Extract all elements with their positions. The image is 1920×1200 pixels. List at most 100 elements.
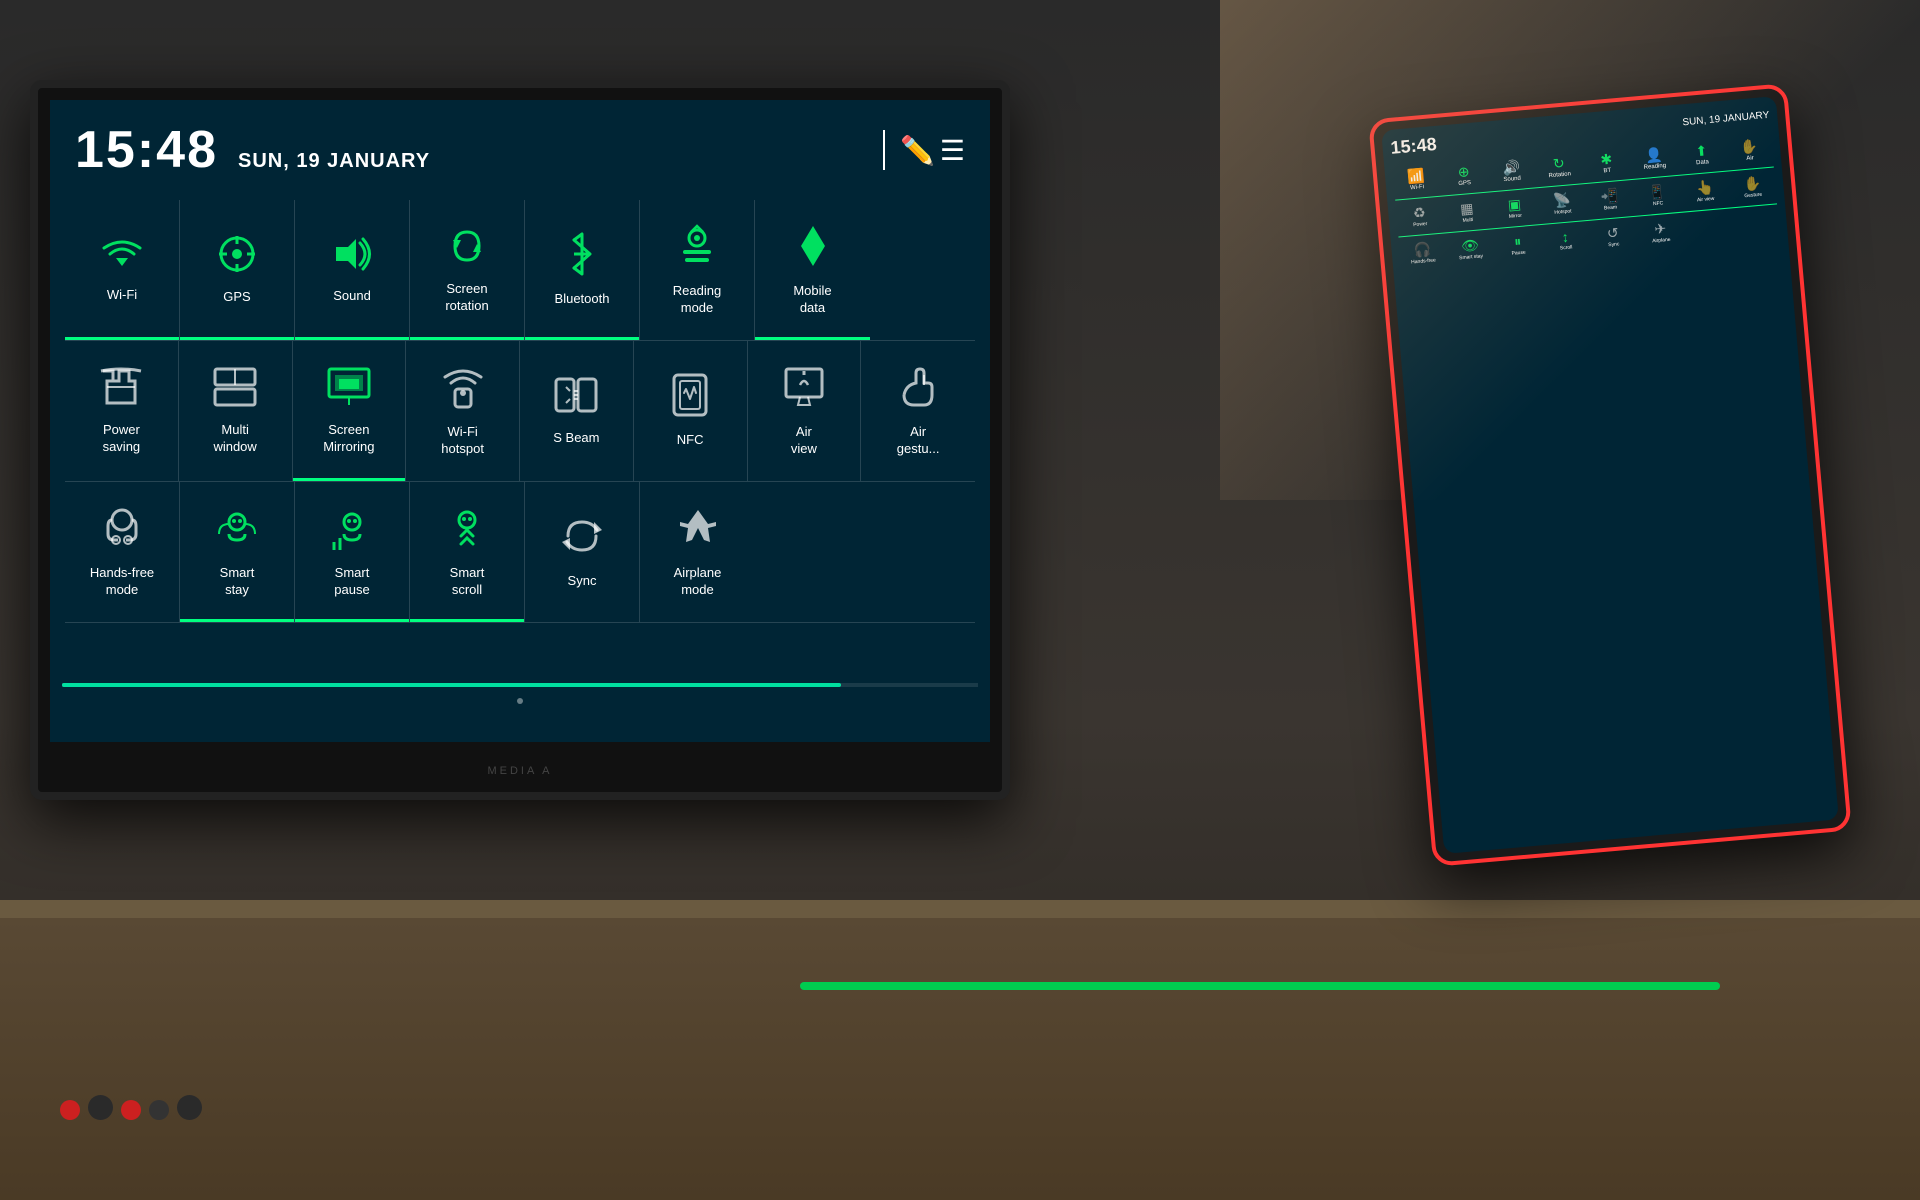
menu-icon[interactable]: ☰ [940, 134, 965, 167]
header-divider [883, 130, 885, 170]
smart-scroll-icon [445, 506, 489, 557]
power-saving-label: Powersaving [103, 422, 141, 456]
hotspot-icon [441, 365, 485, 416]
phone-screen-content: 15:48 SUN, 19 JANUARY 📶 Wi-Fi ⊕ GPS 🔊 [1381, 96, 1839, 854]
settings-row-2: Powersaving Multiwindow [65, 341, 975, 482]
shelf-item-1 [60, 1100, 80, 1120]
setting-power-saving[interactable]: Powersaving [65, 341, 179, 481]
setting-multi-window[interactable]: Multiwindow [179, 341, 293, 481]
smart-stay-icon [215, 506, 259, 557]
gps-active [180, 337, 294, 340]
sync-icon [560, 514, 604, 565]
clock: 15:48 [75, 120, 218, 180]
mobile-data-label: Mobiledata [793, 283, 831, 317]
reading-label: Readingmode [673, 283, 721, 317]
multi-window-icon [213, 367, 257, 414]
tv-brand: MEDIA A [487, 765, 552, 777]
tv-body: 15:48 SUN, 19 JANUARY ✏️ ☰ [30, 80, 1010, 800]
mobile-data-active [755, 337, 870, 340]
air-view-label: Airview [791, 424, 817, 458]
bluetooth-icon [566, 232, 598, 283]
setting-reading-mode[interactable]: Readingmode [640, 200, 755, 340]
air-view-icon [782, 365, 826, 416]
smart-pause-icon [330, 506, 374, 557]
shelf-decorations [60, 1095, 202, 1120]
power-saving-icon [99, 367, 143, 414]
tv: 15:48 SUN, 19 JANUARY ✏️ ☰ [30, 80, 1010, 800]
setting-air-gesture[interactable]: Airgestu... [861, 341, 975, 481]
mirroring-active [293, 478, 406, 481]
sound-active [295, 337, 409, 340]
setting-screen-rotation[interactable]: Screenrotation [410, 200, 525, 340]
gps-label: GPS [223, 289, 250, 306]
setting-nfc[interactable]: NFC [634, 341, 748, 481]
setting-sound[interactable]: Sound [295, 200, 410, 340]
settings-row-3: Hands-freemode [65, 482, 975, 623]
air-gesture-icon [896, 365, 940, 416]
bluetooth-label: Bluetooth [555, 291, 610, 308]
sync-label: Sync [568, 573, 597, 590]
nfc-label: NFC [677, 432, 704, 449]
nfc-icon [670, 373, 710, 424]
setting-s-beam[interactable]: S Beam [520, 341, 634, 481]
date-display: SUN, 19 JANUARY [238, 150, 430, 173]
smart-pause-active [295, 619, 409, 622]
phone-clock: 15:48 [1390, 134, 1438, 159]
smart-stay-active [180, 619, 294, 622]
setting-smart-stay[interactable]: Smartstay [180, 482, 295, 622]
wifi-icon [100, 236, 144, 279]
setting-smart-scroll[interactable]: Smartscroll [410, 482, 525, 622]
mobile-data-icon [791, 224, 835, 275]
setting-air-view[interactable]: Airview [748, 341, 862, 481]
airplane-label: Airplanemode [674, 565, 722, 599]
setting-airplane-mode[interactable]: Airplanemode [640, 482, 755, 622]
settings-row-1: Wi-Fi [65, 200, 975, 341]
smart-scroll-active [410, 619, 524, 622]
setting-gps[interactable]: GPS [180, 200, 295, 340]
shelf-top [0, 900, 1920, 918]
hands-free-icon [100, 506, 144, 557]
airplane-icon [676, 506, 720, 557]
shelf-item-3 [121, 1100, 141, 1120]
hotspot-label: Wi-Fihotspot [441, 424, 484, 458]
s-beam-label: S Beam [553, 430, 599, 447]
smart-scroll-label: Smartscroll [450, 565, 485, 599]
air-gesture-label: Airgestu... [897, 424, 940, 458]
wifi-label: Wi-Fi [107, 287, 137, 304]
setting-hands-free[interactable]: Hands-freemode [65, 482, 180, 622]
hands-free-label: Hands-freemode [90, 565, 154, 599]
rotation-active [410, 337, 524, 340]
phone: 15:48 SUN, 19 JANUARY 📶 Wi-Fi ⊕ GPS 🔊 [1368, 83, 1852, 867]
setting-bluetooth[interactable]: Bluetooth [525, 200, 640, 340]
wifi-active [65, 337, 179, 340]
sound-icon [330, 235, 374, 280]
rotation-icon [447, 226, 487, 273]
smart-stay-label: Smartstay [220, 565, 255, 599]
setting-screen-mirroring[interactable]: ScreenMirroring [293, 341, 407, 481]
header-icons: ✏️ ☰ [873, 130, 965, 170]
mirroring-label: ScreenMirroring [323, 422, 374, 456]
progress-bar [62, 683, 841, 687]
green-cable [800, 982, 1720, 990]
phone-date: SUN, 19 JANUARY [1682, 110, 1770, 129]
setting-sync[interactable]: Sync [525, 482, 640, 622]
multi-window-label: Multiwindow [213, 422, 256, 456]
shelf-item-2 [88, 1095, 113, 1120]
rotation-label: Screenrotation [445, 281, 488, 315]
progress-bar-container [62, 683, 978, 687]
bluetooth-active [525, 337, 639, 340]
screen-header: 15:48 SUN, 19 JANUARY ✏️ ☰ [65, 115, 975, 185]
reading-icon [675, 224, 719, 275]
setting-wifi-hotspot[interactable]: Wi-Fihotspot [406, 341, 520, 481]
tv-screen: 15:48 SUN, 19 JANUARY ✏️ ☰ [50, 100, 990, 742]
s-beam-icon [554, 375, 598, 422]
dot-indicator [517, 698, 523, 704]
shelf-item-4 [149, 1100, 169, 1120]
edit-icon[interactable]: ✏️ [900, 134, 935, 167]
setting-smart-pause[interactable]: Smartpause [295, 482, 410, 622]
screen-content: 15:48 SUN, 19 JANUARY ✏️ ☰ [50, 100, 990, 742]
setting-wifi[interactable]: Wi-Fi [65, 200, 180, 340]
mirroring-icon [327, 367, 371, 414]
setting-mobile-data[interactable]: Mobiledata [755, 200, 870, 340]
smart-pause-label: Smartpause [334, 565, 369, 599]
